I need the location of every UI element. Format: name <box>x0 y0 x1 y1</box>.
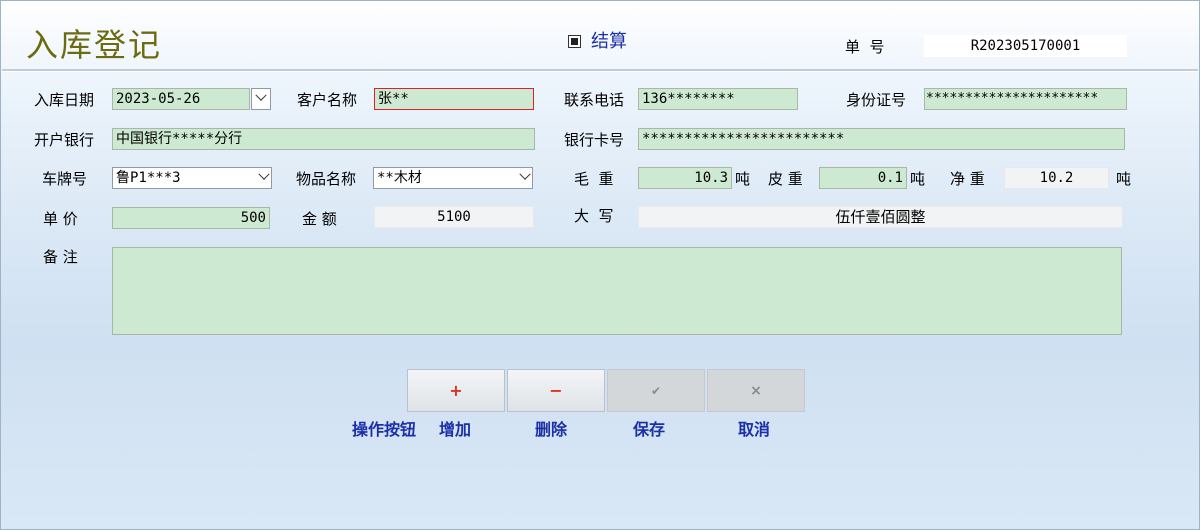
capital-label: 大 写 <box>574 207 614 225</box>
remark-textarea[interactable] <box>112 247 1122 335</box>
checkbox-check-icon <box>571 38 578 45</box>
goods-select[interactable]: **木材 <box>373 167 533 189</box>
remark-label: 备 注 <box>43 248 78 266</box>
tare-field[interactable]: 0.1 <box>819 167 907 189</box>
settle-label: 结算 <box>591 31 627 52</box>
save-button[interactable]: ✔ <box>607 369 705 412</box>
plus-icon: + <box>449 381 463 400</box>
chevron-down-icon <box>519 168 531 180</box>
phone-field[interactable]: 136******** <box>638 88 798 110</box>
settle-checkbox[interactable] <box>568 35 581 48</box>
phone-label: 联系电话 <box>564 91 625 109</box>
card-label: 银行卡号 <box>564 131 625 149</box>
price-field[interactable]: 500 <box>112 207 270 229</box>
doc-no-field: R202305170001 <box>924 35 1127 57</box>
chevron-down-icon <box>255 89 267 101</box>
add-button[interactable]: + <box>407 369 505 412</box>
add-button-label[interactable]: 增加 <box>439 416 471 440</box>
page-title: 入库登记 <box>26 26 163 64</box>
net-field: 10.2 <box>1004 167 1109 189</box>
save-button-label[interactable]: 保存 <box>633 416 665 440</box>
check-icon: ✔ <box>650 383 662 398</box>
tare-unit: 吨 <box>910 170 926 188</box>
date-field[interactable]: 2023-05-26 <box>112 88 250 110</box>
tare-label: 皮 重 <box>768 170 803 188</box>
customer-field[interactable]: 张** <box>374 88 534 110</box>
bank-field[interactable]: 中国银行*****分行 <box>112 128 535 150</box>
minus-icon: − <box>549 381 563 400</box>
gross-unit: 吨 <box>735 170 751 188</box>
id-label: 身份证号 <box>846 91 907 109</box>
doc-no-label: 单 号 <box>845 38 885 56</box>
amount-label: 金 额 <box>302 210 337 228</box>
customer-label: 客户名称 <box>297 91 358 109</box>
cancel-button[interactable]: × <box>707 369 805 412</box>
plate-select[interactable]: 鲁P1***3 <box>112 167 272 189</box>
net-unit: 吨 <box>1116 170 1132 188</box>
delete-button[interactable]: − <box>507 369 605 412</box>
goods-value: **木材 <box>377 170 422 186</box>
card-field[interactable]: ************************ <box>638 128 1125 150</box>
delete-button-label[interactable]: 删除 <box>535 416 567 440</box>
gross-field[interactable]: 10.3 <box>638 167 732 189</box>
cancel-button-label[interactable]: 取消 <box>738 416 770 440</box>
button-group-label: 操作按钮 <box>352 420 417 439</box>
id-field[interactable]: ********************** <box>924 88 1127 110</box>
date-label: 入库日期 <box>34 91 95 109</box>
plate-label: 车牌号 <box>42 170 88 188</box>
date-picker-button[interactable] <box>251 88 271 110</box>
capital-field: 伍仟壹佰圆整 <box>638 206 1123 228</box>
bank-label: 开户银行 <box>34 131 95 149</box>
gross-label: 毛 重 <box>574 170 614 188</box>
chevron-down-icon <box>258 168 270 180</box>
header-divider <box>2 69 1198 72</box>
goods-label: 物品名称 <box>296 170 357 188</box>
amount-field: 5100 <box>374 206 534 228</box>
price-label: 单 价 <box>43 210 78 228</box>
net-label: 净 重 <box>950 170 985 188</box>
close-icon: × <box>750 382 762 399</box>
plate-value: 鲁P1***3 <box>116 170 181 186</box>
